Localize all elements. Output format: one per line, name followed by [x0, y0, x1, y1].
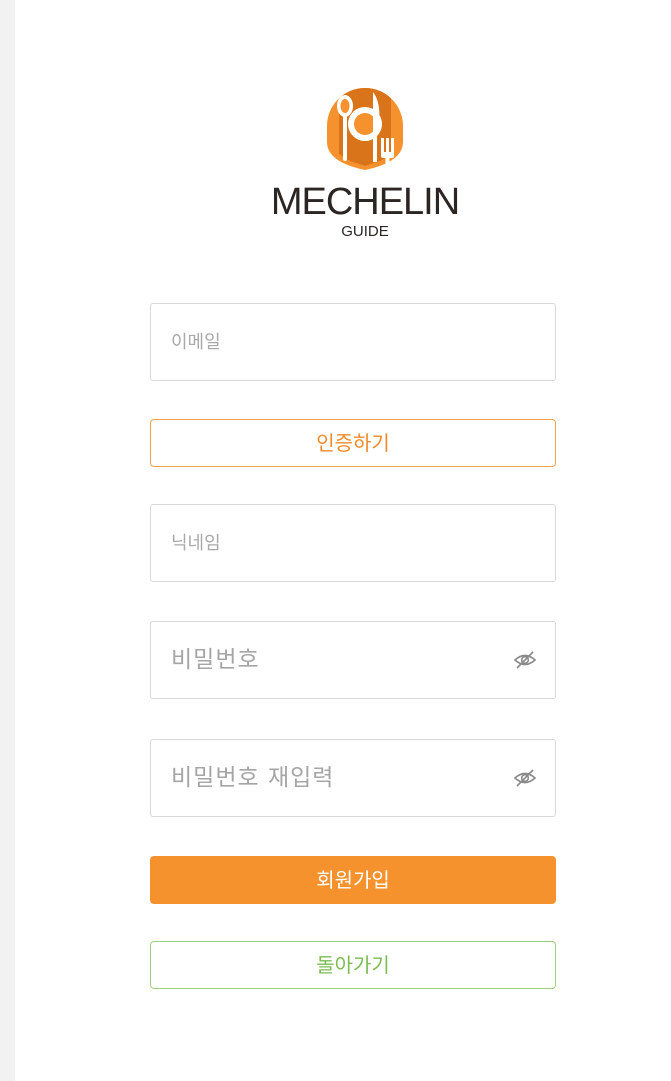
verify-button[interactable]: 인증하기 [150, 419, 556, 467]
nickname-input[interactable] [171, 505, 501, 581]
back-button[interactable]: 돌아가기 [150, 941, 556, 989]
brand-name: MECHELIN [270, 181, 460, 223]
eye-off-icon[interactable] [513, 650, 537, 670]
restaurant-logo-icon [327, 88, 403, 170]
password-input[interactable] [171, 622, 501, 698]
brand-subtitle: GUIDE [341, 223, 389, 240]
password-field[interactable] [150, 621, 556, 699]
password-confirm-field[interactable] [150, 739, 556, 817]
signup-button[interactable]: 회원가입 [150, 856, 556, 904]
nickname-field[interactable] [150, 504, 556, 582]
signup-card: MECHELIN GUIDE 인증하기 회원가입 돌아가기 [15, 0, 671, 1081]
brand-logo: MECHELIN GUIDE [260, 84, 480, 244]
eye-off-icon[interactable] [513, 768, 537, 788]
email-field[interactable] [150, 303, 556, 381]
password-confirm-input[interactable] [171, 740, 501, 816]
email-input[interactable] [171, 304, 501, 380]
